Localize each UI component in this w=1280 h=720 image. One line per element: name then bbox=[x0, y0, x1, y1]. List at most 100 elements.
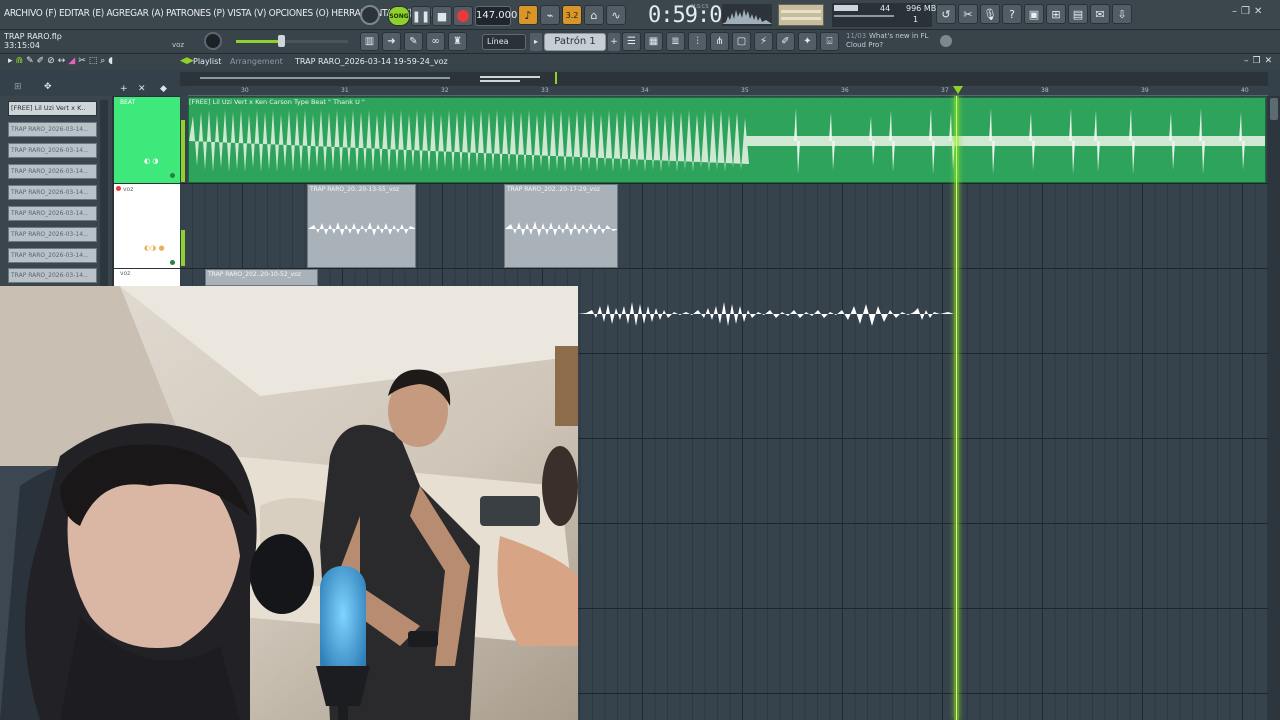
track-controls-icon[interactable]: ◐ ◑ bbox=[144, 157, 158, 165]
scrollbar-thumb[interactable] bbox=[1270, 98, 1278, 120]
audio-clip-voz-c-waveform[interactable] bbox=[578, 288, 954, 340]
track-led-icon[interactable] bbox=[170, 173, 175, 178]
plugin-icon[interactable]: ⚡ bbox=[754, 32, 773, 51]
song-overview[interactable] bbox=[180, 72, 1268, 86]
undo-icon[interactable]: ↺ bbox=[936, 4, 956, 24]
save-icon[interactable]: ▣ bbox=[1024, 4, 1044, 24]
tempo-display[interactable]: 147.000 bbox=[475, 6, 517, 26]
pause-button[interactable]: ❚❚ bbox=[411, 6, 431, 26]
picker-item[interactable]: TRAP RARO_2026-03-14... bbox=[8, 248, 97, 263]
track-led-icon[interactable] bbox=[170, 260, 175, 265]
picker-scrollbar[interactable] bbox=[100, 100, 108, 286]
snap-select[interactable]: Línea bbox=[482, 34, 526, 50]
track-controls-icon[interactable]: ◐◑ ● bbox=[144, 244, 165, 252]
track-header-beat[interactable]: ◐ ◑ bbox=[114, 97, 180, 183]
paint-icon[interactable]: ✐ bbox=[37, 56, 45, 66]
help-icon[interactable]: ? bbox=[1002, 4, 1022, 24]
menu-arrow-icon[interactable]: ▸ bbox=[8, 56, 13, 66]
microphone-icon[interactable]: 🎙 bbox=[980, 4, 1000, 24]
minimize-icon[interactable]: – bbox=[1232, 6, 1237, 17]
channel-rack-icon[interactable]: ≣ bbox=[666, 32, 685, 51]
master-volume-knob[interactable] bbox=[204, 32, 222, 50]
hint-knob-icon[interactable] bbox=[360, 5, 380, 25]
playlist-icon[interactable]: ☰ bbox=[622, 32, 641, 51]
news-avatar-icon[interactable] bbox=[940, 35, 952, 47]
clipboard-icon[interactable]: ▢ bbox=[732, 32, 751, 51]
news-subtitle[interactable]: Cloud Pro? bbox=[846, 41, 883, 49]
track-name-beat[interactable]: BEAT bbox=[120, 99, 135, 106]
audio-clip-voz-c[interactable]: TRAP RARO_202..20-10-52_voz bbox=[205, 269, 318, 286]
close-icon[interactable]: ✕ bbox=[1254, 6, 1262, 17]
audio-clip-voz-a[interactable]: TRAP RARO_20..20-13-55_voz bbox=[307, 184, 416, 268]
mixer-icon[interactable]: ⊞ bbox=[1046, 4, 1066, 24]
download-icon[interactable]: ⇩ bbox=[1112, 4, 1132, 24]
picker-item[interactable]: TRAP RARO_2026-03-14... bbox=[8, 185, 97, 200]
track-name-voz[interactable]: voz bbox=[123, 186, 133, 193]
track-header-voz[interactable]: ◐◑ ● bbox=[114, 184, 180, 268]
select-icon[interactable]: ⬚ bbox=[89, 56, 98, 66]
move-icon[interactable]: ✥ bbox=[44, 82, 52, 92]
playlist-breadcrumb[interactable]: TRAP RARO_2026-03-14 19-59-24_voz bbox=[295, 57, 448, 66]
playlist-window-controls[interactable]: –❐✕ bbox=[1244, 56, 1276, 66]
audio-clip-beat[interactable] bbox=[188, 97, 1266, 183]
ruler-bar-label: 33 bbox=[541, 87, 549, 94]
record-button[interactable] bbox=[453, 6, 473, 26]
zoom-icon[interactable]: ⌕ bbox=[100, 56, 105, 66]
mute-icon[interactable]: ◢ bbox=[68, 56, 75, 66]
timeline-ruler[interactable] bbox=[188, 86, 1268, 96]
slice-icon[interactable]: ✂ bbox=[78, 56, 86, 66]
picker-item[interactable]: TRAP RARO_2026-03-14... bbox=[8, 164, 97, 179]
add-track-icon[interactable]: + bbox=[120, 84, 128, 94]
tree-icon[interactable]: ⋔ bbox=[710, 32, 729, 51]
song-mode-button[interactable]: SONG bbox=[388, 6, 410, 26]
picker-item-beat[interactable]: [FREE] Lil Uzi Vert x K.. bbox=[8, 101, 97, 116]
pattern-select[interactable]: Patrón 1 bbox=[544, 33, 606, 51]
step-edit-icon[interactable]: ∿ bbox=[606, 5, 626, 25]
track-options-icon[interactable]: ◆ bbox=[160, 84, 167, 94]
magnet-icon[interactable]: ⋒ bbox=[16, 56, 24, 66]
master-pitch-handle[interactable] bbox=[278, 35, 285, 47]
arrow-right-icon[interactable]: ➜ bbox=[382, 32, 401, 51]
playhead-line[interactable] bbox=[956, 96, 957, 720]
brush-icon[interactable]: ✐ bbox=[776, 32, 795, 51]
piano-icon[interactable]: ▥ bbox=[360, 32, 379, 51]
stamp-icon[interactable]: ♜ bbox=[448, 32, 467, 51]
metronome-icon[interactable]: ♪ bbox=[518, 5, 538, 25]
pattern-prev-button[interactable]: ▸ bbox=[530, 33, 542, 51]
chat-icon[interactable]: ✉ bbox=[1090, 4, 1110, 24]
cart-icon[interactable]: ⌺ bbox=[820, 32, 839, 51]
picker-item[interactable]: TRAP RARO_2026-03-14... bbox=[8, 143, 97, 158]
stop-button[interactable]: ■ bbox=[432, 6, 452, 26]
picker-icon[interactable]: ⊞ bbox=[14, 82, 22, 92]
ruler-bar-label: 36 bbox=[841, 87, 849, 94]
mixer-faders-icon[interactable]: ⫶ bbox=[688, 32, 707, 51]
pattern-counter[interactable]: 3.2 bbox=[562, 5, 582, 25]
audio-clip-voz-b[interactable]: TRAP RARO_202..20-17-29_voz bbox=[504, 184, 618, 268]
blend-notes-icon[interactable]: ⌂ bbox=[584, 5, 604, 25]
speaker-icon[interactable]: ◖ bbox=[108, 56, 113, 66]
picker-item[interactable]: TRAP RARO_2026-03-14... bbox=[8, 268, 97, 283]
delete-icon[interactable]: ⊘ bbox=[47, 56, 55, 66]
track-name-voz-2[interactable]: voz bbox=[120, 270, 130, 277]
remove-track-icon[interactable]: ✕ bbox=[138, 84, 146, 94]
picker-item[interactable]: TRAP RARO_2026-03-14... bbox=[8, 206, 97, 221]
tempo-tap-icon[interactable]: ✦ bbox=[798, 32, 817, 51]
record-arm-icon[interactable] bbox=[116, 186, 121, 191]
picker-item[interactable]: TRAP RARO_2026-03-14... bbox=[8, 227, 97, 242]
playlist-vertical-scrollbar[interactable] bbox=[1268, 96, 1280, 720]
playlist-arrangement[interactable]: Arrangement bbox=[230, 57, 283, 66]
link-icon[interactable]: ∞ bbox=[426, 32, 445, 51]
maximize-icon[interactable]: ❐ bbox=[1241, 6, 1250, 17]
slip-icon[interactable]: ↔ bbox=[58, 56, 66, 66]
cut-icon[interactable]: ✂ bbox=[958, 4, 978, 24]
piano-roll-icon[interactable]: ▦ bbox=[644, 32, 663, 51]
playlist-play-icon[interactable]: ◀▶ bbox=[180, 56, 194, 66]
browser-icon[interactable]: ▤ bbox=[1068, 4, 1088, 24]
picker-item[interactable]: TRAP RARO_2026-03-14... bbox=[8, 122, 97, 137]
pencil-icon[interactable]: ✎ bbox=[404, 32, 423, 51]
pattern-add-button[interactable]: + bbox=[608, 33, 620, 51]
wait-input-icon[interactable]: ⌁ bbox=[540, 5, 560, 25]
draw-icon[interactable]: ✎ bbox=[26, 56, 34, 66]
playhead-marker-icon[interactable] bbox=[953, 86, 963, 94]
news-title[interactable]: What's new in FL bbox=[869, 32, 928, 40]
